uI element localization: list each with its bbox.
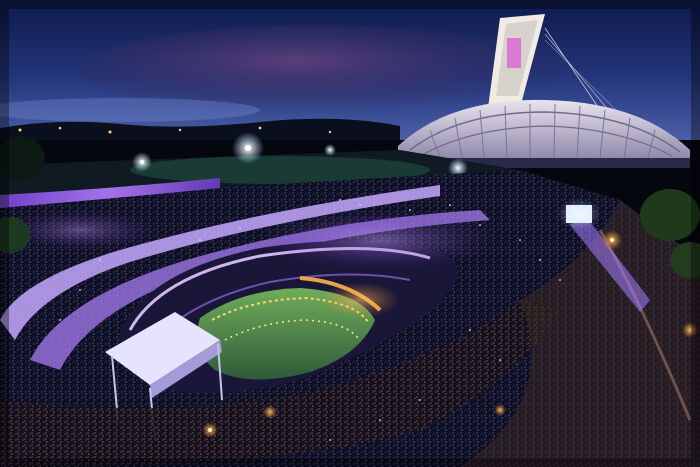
- purple-light-glow: [260, 210, 500, 270]
- event-photo: [0, 0, 700, 467]
- photo-canvas: [0, 0, 700, 467]
- video-screen: [557, 198, 601, 230]
